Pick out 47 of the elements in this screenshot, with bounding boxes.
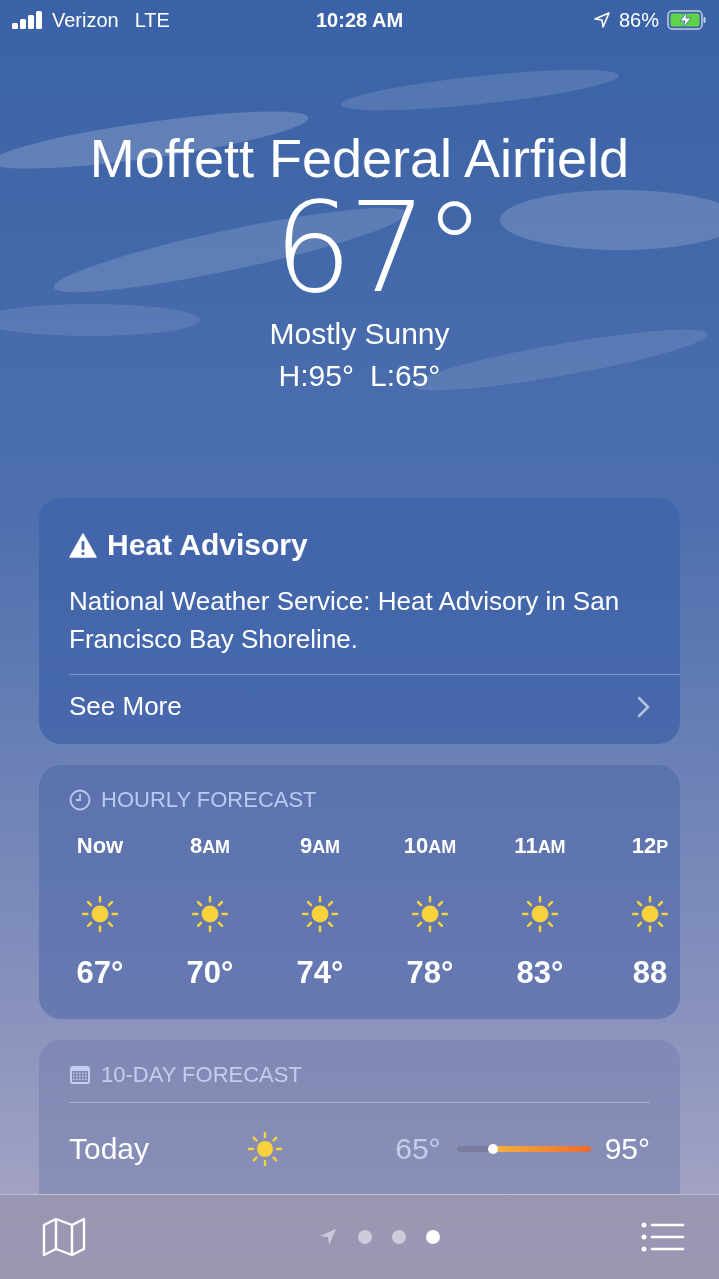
alert-title: Heat Advisory — [107, 528, 308, 562]
map-icon[interactable] — [42, 1217, 86, 1257]
calendar-icon — [69, 1064, 91, 1086]
hour-temperature: 67° — [76, 955, 124, 991]
high-temperature: 95° — [604, 1132, 650, 1166]
sun-icon — [301, 895, 339, 933]
hour-temperature: 78° — [406, 955, 454, 991]
hour-temperature: 88 — [632, 955, 668, 991]
alert-text: National Weather Service: Heat Advisory in San Francisco Bay Shoreline. — [68, 585, 621, 656]
low-temperature: L:65° — [370, 358, 441, 394]
hour-label: 8AM — [189, 833, 231, 860]
section-title: HOURLY FORECAST — [101, 787, 317, 813]
hour-label: Now — [76, 833, 124, 860]
page-dot[interactable] — [357, 1230, 372, 1244]
signal-icon — [12, 11, 44, 29]
sun-icon — [81, 895, 119, 933]
section-title: 10-DAY FORECAST — [101, 1062, 302, 1088]
chevron-right-icon — [636, 695, 650, 718]
hour-label: 10AM — [403, 833, 457, 860]
location-arrow-icon — [593, 11, 611, 29]
condition-text: Mostly Sunny — [269, 316, 450, 352]
list-icon[interactable] — [641, 1222, 685, 1252]
hour-temperature: 83° — [516, 955, 564, 991]
high-temperature: H:95° — [278, 358, 354, 394]
location-name: Moffett Federal Airfield — [89, 128, 630, 188]
sun-icon — [247, 1131, 283, 1167]
hour-temperature: 70° — [186, 955, 234, 991]
warning-icon — [69, 532, 97, 558]
see-more-link[interactable]: See More — [69, 691, 182, 722]
hour-label: 12P — [631, 833, 669, 860]
current-temperature: 67° — [273, 188, 482, 308]
day-name: Today — [69, 1132, 151, 1166]
hour-label: 9AM — [299, 833, 341, 860]
sun-icon — [631, 895, 669, 933]
hour-label: 11AM — [514, 833, 566, 860]
page-dot[interactable] — [425, 1230, 440, 1244]
hour-temperature: 74° — [296, 955, 344, 991]
sun-icon — [521, 895, 559, 933]
clock-icon — [69, 789, 91, 811]
sun-icon — [411, 895, 449, 933]
clock-time: 10:28 AM — [315, 8, 404, 32]
carrier-name: Verizon — [52, 8, 119, 32]
battery-percent: 86% — [619, 8, 659, 32]
network-type: LTE — [134, 8, 170, 32]
page-dot[interactable] — [391, 1230, 406, 1244]
low-temperature: 65° — [395, 1132, 441, 1166]
sun-icon — [191, 895, 229, 933]
